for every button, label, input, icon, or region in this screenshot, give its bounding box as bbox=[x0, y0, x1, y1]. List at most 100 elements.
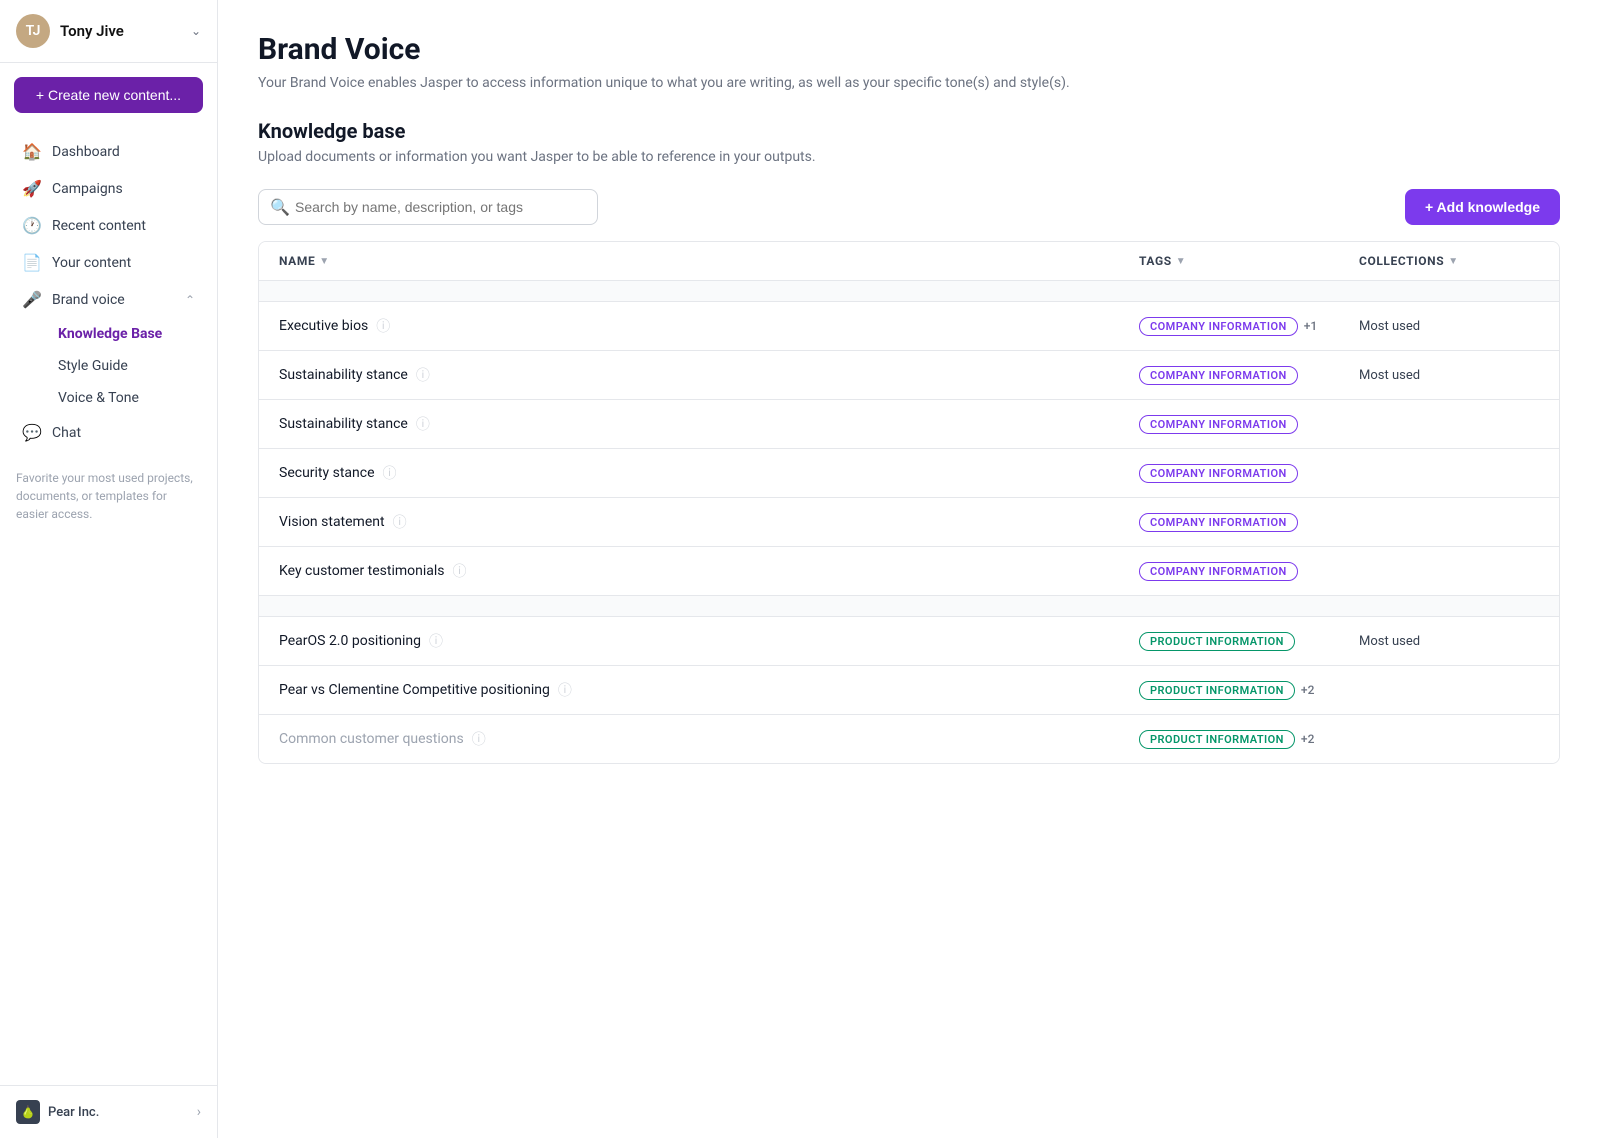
avatar: TJ bbox=[16, 14, 50, 48]
row-name: Pear vs Clementine Competitive positioni… bbox=[279, 680, 1139, 700]
brand-voice-header-left: 🎤 Brand voice bbox=[22, 290, 125, 309]
col-collections[interactable]: COLLECTIONS ▼ bbox=[1359, 254, 1539, 268]
sort-arrow-icon: ▼ bbox=[319, 256, 330, 267]
main-nav: 🏠 Dashboard 🚀 Campaigns 🕐 Recent content… bbox=[0, 127, 217, 457]
product-group-separator bbox=[259, 596, 1559, 617]
voice-tone-label: Voice & Tone bbox=[58, 390, 139, 406]
row-name: Key customer testimonials ⓘ bbox=[279, 561, 1139, 581]
your-content-label: Your content bbox=[52, 255, 131, 271]
info-icon[interactable]: ⓘ bbox=[376, 316, 390, 336]
row-name: Common customer questions ⓘ bbox=[279, 729, 1139, 749]
table-row[interactable]: Executive bios ⓘ COMPANY INFORMATION +1 … bbox=[259, 302, 1559, 351]
table-row[interactable]: PearOS 2.0 positioning ⓘ PRODUCT INFORMA… bbox=[259, 617, 1559, 666]
section-subtitle: Upload documents or information you want… bbox=[258, 149, 1560, 165]
brand-voice-icon: 🎤 bbox=[22, 290, 42, 309]
search-wrap: 🔍 bbox=[258, 189, 598, 225]
product-tag: PRODUCT INFORMATION bbox=[1139, 681, 1295, 700]
tag-count: +2 bbox=[1301, 683, 1314, 697]
info-icon[interactable]: ⓘ bbox=[429, 631, 443, 651]
sidebar-item-your-content[interactable]: 📄 Your content bbox=[6, 244, 211, 281]
info-icon[interactable]: ⓘ bbox=[558, 680, 572, 700]
username: Tony Jive bbox=[60, 22, 124, 40]
page-title: Brand Voice bbox=[258, 32, 1560, 67]
chevron-up-icon: ⌃ bbox=[185, 293, 195, 307]
company-info: 🍐 Pear Inc. bbox=[16, 1100, 99, 1124]
col-name[interactable]: NAME ▼ bbox=[279, 254, 1139, 268]
collection-cell: Most used bbox=[1359, 368, 1539, 383]
knowledge-table: NAME ▼ TAGS ▼ COLLECTIONS ▼ Executive bi… bbox=[258, 241, 1560, 764]
add-knowledge-button[interactable]: + Add knowledge bbox=[1405, 189, 1560, 225]
table-header: NAME ▼ TAGS ▼ COLLECTIONS ▼ bbox=[259, 242, 1559, 281]
tags-cell: PRODUCT INFORMATION +2 bbox=[1139, 681, 1359, 700]
info-icon[interactable]: ⓘ bbox=[416, 414, 430, 434]
row-name: Sustainability stance ⓘ bbox=[279, 414, 1139, 434]
info-icon[interactable]: ⓘ bbox=[383, 463, 397, 483]
search-input[interactable] bbox=[258, 189, 598, 225]
tags-cell: PRODUCT INFORMATION bbox=[1139, 632, 1359, 651]
company-tag: COMPANY INFORMATION bbox=[1139, 317, 1298, 336]
table-row[interactable]: Common customer questions ⓘ PRODUCT INFO… bbox=[259, 715, 1559, 763]
style-guide-label: Style Guide bbox=[58, 358, 128, 374]
row-name: Sustainability stance ⓘ bbox=[279, 365, 1139, 385]
main-content: Brand Voice Your Brand Voice enables Jas… bbox=[218, 0, 1600, 1138]
tags-cell: COMPANY INFORMATION +1 bbox=[1139, 317, 1359, 336]
dashboard-icon: 🏠 bbox=[22, 142, 42, 161]
dashboard-label: Dashboard bbox=[52, 144, 120, 160]
table-row[interactable]: Security stance ⓘ COMPANY INFORMATION bbox=[259, 449, 1559, 498]
campaigns-icon: 🚀 bbox=[22, 179, 42, 198]
user-info: TJ Tony Jive bbox=[16, 14, 124, 48]
row-name: Vision statement ⓘ bbox=[279, 512, 1139, 532]
table-row[interactable]: Key customer testimonials ⓘ COMPANY INFO… bbox=[259, 547, 1559, 596]
table-row[interactable]: Sustainability stance ⓘ COMPANY INFORMAT… bbox=[259, 400, 1559, 449]
company-tag: COMPANY INFORMATION bbox=[1139, 366, 1298, 385]
col-tags[interactable]: TAGS ▼ bbox=[1139, 254, 1359, 268]
search-icon: 🔍 bbox=[270, 198, 290, 217]
info-icon[interactable]: ⓘ bbox=[416, 365, 430, 385]
sidebar-hint: Favorite your most used projects, docume… bbox=[0, 457, 217, 535]
tags-cell: COMPANY INFORMATION bbox=[1139, 366, 1359, 385]
recent-icon: 🕐 bbox=[22, 216, 42, 235]
tags-cell: COMPANY INFORMATION bbox=[1139, 464, 1359, 483]
company-group-separator bbox=[259, 281, 1559, 302]
info-icon[interactable]: ⓘ bbox=[393, 512, 407, 532]
info-icon[interactable]: ⓘ bbox=[453, 561, 467, 581]
sidebar-item-brand-voice[interactable]: 🎤 Brand voice ⌃ bbox=[6, 281, 211, 318]
company-tag: COMPANY INFORMATION bbox=[1139, 464, 1298, 483]
chat-label: Chat bbox=[52, 425, 81, 441]
collection-cell: Most used bbox=[1359, 634, 1539, 649]
row-name: PearOS 2.0 positioning ⓘ bbox=[279, 631, 1139, 651]
sidebar-item-campaigns[interactable]: 🚀 Campaigns bbox=[6, 170, 211, 207]
user-menu[interactable]: TJ Tony Jive ⌄ bbox=[0, 0, 217, 63]
row-name: Security stance ⓘ bbox=[279, 463, 1139, 483]
tags-cell: COMPANY INFORMATION bbox=[1139, 562, 1359, 581]
sidebar-item-style-guide[interactable]: Style Guide bbox=[12, 350, 205, 382]
tags-cell: PRODUCT INFORMATION +2 bbox=[1139, 730, 1359, 749]
company-tag: COMPANY INFORMATION bbox=[1139, 562, 1298, 581]
your-content-icon: 📄 bbox=[22, 253, 42, 272]
create-content-button[interactable]: + Create new content... bbox=[14, 77, 203, 113]
chat-icon: 💬 bbox=[22, 423, 42, 442]
sidebar-footer[interactable]: 🍐 Pear Inc. › bbox=[0, 1085, 217, 1138]
company-name: Pear Inc. bbox=[48, 1105, 99, 1120]
page-subtitle: Your Brand Voice enables Jasper to acces… bbox=[258, 75, 1560, 91]
table-row[interactable]: Vision statement ⓘ COMPANY INFORMATION bbox=[259, 498, 1559, 547]
campaigns-label: Campaigns bbox=[52, 181, 123, 197]
collection-cell: Most used bbox=[1359, 319, 1539, 334]
table-row[interactable]: Pear vs Clementine Competitive positioni… bbox=[259, 666, 1559, 715]
brand-voice-group: 🎤 Brand voice ⌃ Knowledge Base Style Gui… bbox=[6, 281, 211, 414]
info-icon[interactable]: ⓘ bbox=[472, 729, 486, 749]
tags-cell: COMPANY INFORMATION bbox=[1139, 415, 1359, 434]
product-tag: PRODUCT INFORMATION bbox=[1139, 730, 1295, 749]
company-tag: COMPANY INFORMATION bbox=[1139, 415, 1298, 434]
product-tag: PRODUCT INFORMATION bbox=[1139, 632, 1295, 651]
brand-voice-label: Brand voice bbox=[52, 292, 125, 308]
tags-cell: COMPANY INFORMATION bbox=[1139, 513, 1359, 532]
knowledge-base-label: Knowledge Base bbox=[58, 326, 162, 342]
sidebar-item-voice-tone[interactable]: Voice & Tone bbox=[12, 382, 205, 414]
sidebar-item-knowledge-base[interactable]: Knowledge Base bbox=[12, 318, 205, 350]
sidebar-item-recent-content[interactable]: 🕐 Recent content bbox=[6, 207, 211, 244]
sidebar-item-dashboard[interactable]: 🏠 Dashboard bbox=[6, 133, 211, 170]
table-row[interactable]: Sustainability stance ⓘ COMPANY INFORMAT… bbox=[259, 351, 1559, 400]
sidebar-item-chat[interactable]: 💬 Chat bbox=[6, 414, 211, 451]
section-title: Knowledge base bbox=[258, 119, 1560, 143]
